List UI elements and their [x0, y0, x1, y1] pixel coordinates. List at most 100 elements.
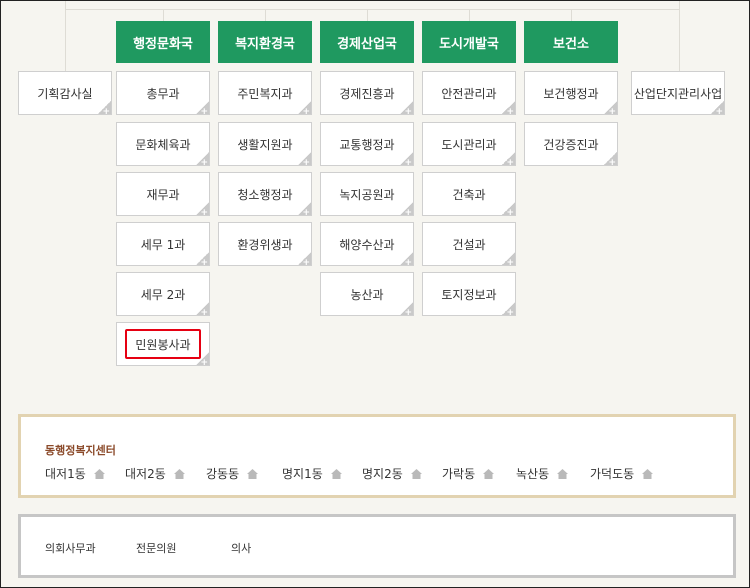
- plus-icon: [196, 101, 209, 117]
- office-label: 기획감사실: [37, 86, 93, 101]
- division-item[interactable]: 청소행정과: [218, 172, 312, 218]
- division-label: 청소행정과: [237, 187, 293, 202]
- plus-icon: [196, 152, 209, 168]
- dept-header-health-center[interactable]: 보건소: [524, 21, 618, 63]
- plus-icon: [502, 152, 515, 168]
- connector-line: [679, 1, 680, 71]
- plus-icon: [298, 202, 311, 218]
- dong-link[interactable]: 가덕도동: [590, 465, 654, 482]
- dong-label: 대저2동: [125, 467, 166, 481]
- division-label: 토지정보과: [441, 287, 497, 302]
- plus-icon: [98, 101, 111, 117]
- dong-link[interactable]: 대저2동: [125, 465, 185, 482]
- division-item[interactable]: 문화체육과: [116, 122, 210, 168]
- plus-icon: [298, 252, 311, 268]
- plus-icon: [196, 252, 209, 268]
- division-item[interactable]: 도시관리과: [422, 122, 516, 168]
- connector-line: [65, 9, 679, 10]
- division-label: 보건행정과: [543, 86, 599, 101]
- division-label: 도시관리과: [441, 137, 497, 152]
- dong-link[interactable]: 녹산동: [516, 465, 569, 482]
- division-label: 해양수산과: [339, 237, 395, 252]
- division-label: 안전관리과: [441, 86, 497, 101]
- division-label: 생활지원과: [237, 137, 293, 152]
- division-item[interactable]: 보건행정과: [524, 71, 618, 117]
- council-panel: 의회사무과 전문의원 의사: [18, 514, 736, 578]
- division-item[interactable]: 세무 2과: [116, 272, 210, 318]
- home-icon: [93, 468, 105, 479]
- division-label: 경제진흥과: [339, 86, 395, 101]
- division-label: 교통행정과: [339, 137, 395, 152]
- plus-icon: [502, 202, 515, 218]
- division-label: 세무 1과: [140, 237, 186, 252]
- division-item[interactable]: 세무 1과: [116, 222, 210, 268]
- dong-label: 대저1동: [45, 467, 86, 481]
- dong-label: 강동동: [206, 467, 240, 481]
- home-icon: [410, 468, 422, 479]
- office-audit[interactable]: 기획감사실: [18, 71, 112, 117]
- connector-line: [571, 9, 572, 21]
- council-link[interactable]: 의회사무과: [45, 540, 96, 556]
- council-link[interactable]: 의사: [231, 540, 251, 556]
- division-label: 환경위생과: [237, 237, 293, 252]
- connector-line: [265, 9, 266, 21]
- division-label: 건강증진과: [543, 137, 599, 152]
- dept-header-urban-dev[interactable]: 도시개발국: [422, 21, 516, 63]
- dong-link[interactable]: 명지1동: [282, 465, 342, 482]
- division-label: 재무과: [146, 187, 180, 202]
- dong-link[interactable]: 강동동: [206, 465, 259, 482]
- office-industrial-complex[interactable]: 산업단지관리사업: [631, 71, 725, 117]
- council-link[interactable]: 전문의원: [136, 540, 176, 556]
- division-item[interactable]: 생활지원과: [218, 122, 312, 168]
- division-item[interactable]: 녹지공원과: [320, 172, 414, 218]
- dong-label: 명지1동: [282, 467, 323, 481]
- division-item[interactable]: 토지정보과: [422, 272, 516, 318]
- plus-icon: [400, 302, 413, 318]
- division-item-highlighted[interactable]: 민원봉사과: [116, 322, 210, 368]
- division-item[interactable]: 건설과: [422, 222, 516, 268]
- division-item[interactable]: 재무과: [116, 172, 210, 218]
- dept-header-welfare-env[interactable]: 복지환경국: [218, 21, 312, 63]
- division-item[interactable]: 경제진흥과: [320, 71, 414, 117]
- connector-line: [163, 9, 164, 21]
- division-label: 녹지공원과: [339, 187, 395, 202]
- dong-link[interactable]: 명지2동: [362, 465, 422, 482]
- plus-icon: [400, 152, 413, 168]
- plus-icon: [502, 101, 515, 117]
- division-item[interactable]: 교통행정과: [320, 122, 414, 168]
- division-label: 농산과: [350, 287, 384, 302]
- dept-header-economy[interactable]: 경제산업국: [320, 21, 414, 63]
- division-item[interactable]: 농산과: [320, 272, 414, 318]
- connector-line: [65, 1, 66, 71]
- dong-label: 녹산동: [516, 467, 550, 481]
- dong-link[interactable]: 대저1동: [45, 465, 105, 482]
- division-item[interactable]: 총무과: [116, 71, 210, 117]
- home-icon: [247, 468, 259, 479]
- dong-label: 명지2동: [362, 467, 403, 481]
- plus-icon: [502, 302, 515, 318]
- plus-icon: [196, 302, 209, 318]
- home-icon: [173, 468, 185, 479]
- division-item[interactable]: 해양수산과: [320, 222, 414, 268]
- division-label: 총무과: [146, 86, 180, 101]
- division-item[interactable]: 건강증진과: [524, 122, 618, 168]
- plus-icon: [196, 202, 209, 218]
- division-label: 건설과: [452, 237, 486, 252]
- home-icon: [330, 468, 342, 479]
- dong-link[interactable]: 가락동: [442, 465, 495, 482]
- division-label: 주민복지과: [237, 86, 293, 101]
- welfare-center-title: 동행정복지센터: [45, 444, 116, 457]
- division-item[interactable]: 환경위생과: [218, 222, 312, 268]
- division-item[interactable]: 안전관리과: [422, 71, 516, 117]
- plus-icon: [604, 101, 617, 117]
- plus-icon: [196, 352, 209, 368]
- division-item[interactable]: 주민복지과: [218, 71, 312, 117]
- plus-icon: [298, 152, 311, 168]
- dept-header-admin-culture[interactable]: 행정문화국: [116, 21, 210, 63]
- plus-icon: [604, 152, 617, 168]
- plus-icon: [502, 252, 515, 268]
- home-icon: [483, 468, 495, 479]
- plus-icon: [298, 101, 311, 117]
- division-item[interactable]: 건축과: [422, 172, 516, 218]
- connector-line: [469, 9, 470, 21]
